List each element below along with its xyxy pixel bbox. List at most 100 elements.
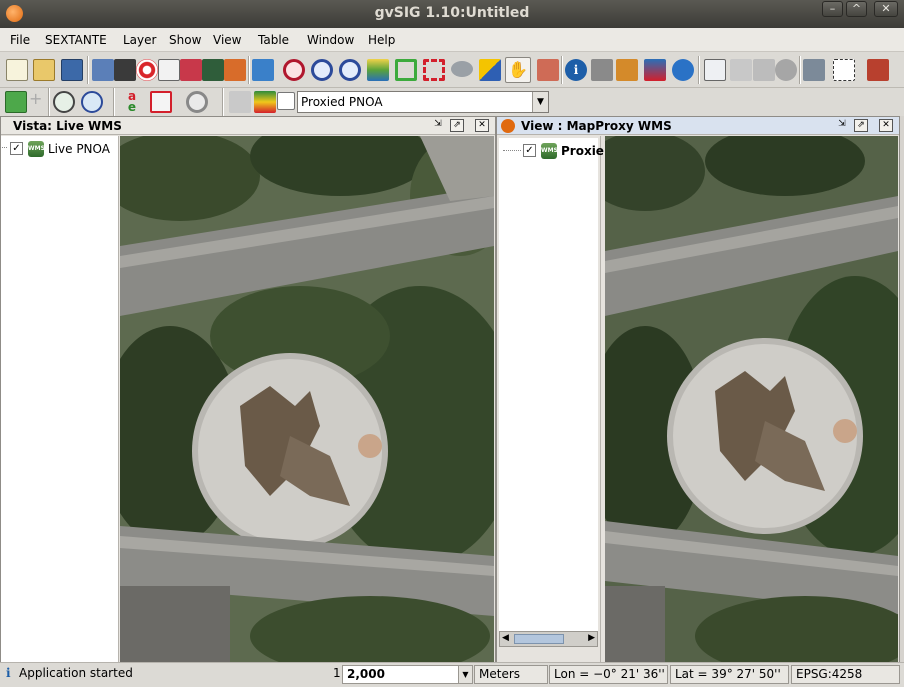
info-icon[interactable]: i xyxy=(565,59,587,81)
close-frame-icon[interactable]: ✕ xyxy=(475,119,489,132)
toolbar-separator xyxy=(48,88,50,116)
iconify-icon[interactable]: ⇲ xyxy=(431,119,445,132)
aerial-imagery xyxy=(605,136,898,663)
layer-visibility-checkbox[interactable]: ✓ xyxy=(523,144,536,157)
zoom-layer-icon[interactable] xyxy=(186,91,208,113)
layer-toc: ✓ WMS Live PNOA xyxy=(0,136,119,663)
measure-distance-icon[interactable] xyxy=(591,59,613,81)
add-layer-icon[interactable] xyxy=(252,59,274,81)
map-canvas[interactable] xyxy=(605,136,898,663)
view-properties-icon[interactable] xyxy=(704,59,726,81)
select-pointer-icon[interactable] xyxy=(730,59,752,81)
locator-icon[interactable] xyxy=(451,61,473,77)
zoom-extent-icon[interactable] xyxy=(423,59,445,81)
active-layer-combo[interactable]: Proxied PNOA ▼ xyxy=(297,91,549,113)
view-window-mapproxy-wms: View : MapProxy WMS ⇲ ⇗ ✕ ✓ WMS Proxie ◀… xyxy=(496,116,900,663)
layer-visibility-checkbox[interactable]: ✓ xyxy=(10,142,23,155)
toolbar-separator xyxy=(113,88,115,116)
select-by-shape-icon[interactable] xyxy=(479,59,501,81)
layers-icon[interactable] xyxy=(367,59,389,81)
sextante-command-icon[interactable] xyxy=(202,59,224,81)
sextante-target-icon[interactable] xyxy=(136,59,158,81)
menu-sextante[interactable]: SEXTANTE xyxy=(45,33,107,47)
close-button[interactable]: ✕ xyxy=(874,1,898,17)
pan-icon[interactable]: ✋ xyxy=(505,57,531,83)
layer-toc-list: ✓ WMS Proxie xyxy=(499,138,604,636)
preferences-icon[interactable] xyxy=(803,59,825,81)
zoom-select-icon[interactable] xyxy=(283,59,305,81)
main-toolbar: ✋ i xyxy=(0,52,904,88)
sextante-results-icon[interactable] xyxy=(180,59,202,81)
find-icon[interactable] xyxy=(53,91,75,113)
full-extent-icon[interactable] xyxy=(395,59,417,81)
maximize-button[interactable]: ^ xyxy=(846,1,867,17)
save-project-icon[interactable] xyxy=(61,59,83,81)
layer-name[interactable]: Proxie xyxy=(561,144,604,158)
print-layout-icon[interactable] xyxy=(833,59,855,81)
aerial-imagery xyxy=(120,136,494,663)
search-attribute-icon[interactable] xyxy=(81,91,103,113)
measure-area-icon[interactable] xyxy=(616,59,638,81)
sextante-history-icon[interactable] xyxy=(158,59,180,81)
view-window-title: Vista: Live WMS xyxy=(13,119,122,133)
new-project-icon[interactable] xyxy=(6,59,28,81)
scrollbar-thumb[interactable] xyxy=(514,634,564,644)
menu-view[interactable]: View xyxy=(213,33,241,47)
minimize-button[interactable]: – xyxy=(822,1,843,17)
select-circle-icon[interactable] xyxy=(775,59,797,81)
iconify-icon[interactable]: ⇲ xyxy=(835,119,849,132)
wms-layer-icon: WMS xyxy=(28,141,45,157)
menu-show[interactable]: Show xyxy=(169,33,201,47)
wms-layer-icon: WMS xyxy=(541,143,558,159)
toolbar-separator xyxy=(222,88,224,116)
active-layer-combo-value: Proxied PNOA xyxy=(301,95,383,109)
export-icon[interactable] xyxy=(229,91,251,113)
clip-icon[interactable] xyxy=(150,91,172,113)
toolbar-separator xyxy=(698,56,700,84)
graphic-properties-icon[interactable] xyxy=(644,59,666,81)
view-window-title: View : MapProxy WMS xyxy=(521,119,672,133)
title-bar: gvSIG 1.10:Untitled – ^ ✕ xyxy=(0,0,904,28)
sextante-modeler-icon[interactable] xyxy=(114,59,136,81)
map-canvas[interactable] xyxy=(120,136,494,663)
toolbar-separator xyxy=(248,56,250,84)
sextante-toolbox-icon[interactable] xyxy=(92,59,114,81)
zoom-out-icon[interactable] xyxy=(339,59,361,81)
latitude-readout: Lat = 39° 27' 50'' xyxy=(670,665,789,684)
toolbar-separator xyxy=(87,56,89,84)
new-view-icon[interactable] xyxy=(5,91,27,113)
open-project-icon[interactable] xyxy=(33,59,55,81)
menu-file[interactable]: File xyxy=(10,33,30,47)
zoom-in-icon[interactable] xyxy=(311,59,333,81)
horizontal-scrollbar[interactable]: ◀ ▶ xyxy=(499,631,598,647)
scale-combo[interactable]: 2,000 ▼ xyxy=(342,665,473,684)
maximize-frame-icon[interactable]: ⇗ xyxy=(450,119,464,132)
scroll-left-icon[interactable]: ◀ xyxy=(502,633,509,643)
menu-window[interactable]: Window xyxy=(307,33,354,47)
layer-name[interactable]: Live PNOA xyxy=(48,142,110,156)
label-icon[interactable]: ae xyxy=(121,90,143,113)
hand-tool-icon[interactable] xyxy=(537,59,559,81)
sextante-tools-icon[interactable] xyxy=(224,59,246,81)
maximize-frame-icon[interactable]: ⇗ xyxy=(854,119,868,132)
menu-help[interactable]: Help xyxy=(368,33,395,47)
menu-table[interactable]: Table xyxy=(258,33,289,47)
layer-stack-icon[interactable] xyxy=(254,91,276,113)
close-frame-icon[interactable]: ✕ xyxy=(879,119,893,132)
scale-value: 2,000 xyxy=(347,667,385,681)
gvsig-view-icon xyxy=(501,119,515,133)
chevron-down-icon[interactable]: ▼ xyxy=(458,666,472,683)
chevron-down-icon[interactable]: ▼ xyxy=(532,92,548,112)
view-window-header[interactable]: View : MapProxy WMS ⇲ ⇗ ✕ xyxy=(497,117,899,135)
longitude-readout: Lon = −0° 21' 36'' xyxy=(549,665,668,684)
tools-icon[interactable] xyxy=(867,59,889,81)
hyperlink-icon[interactable] xyxy=(672,59,694,81)
select-rectangle-icon[interactable] xyxy=(753,59,775,81)
view-window-live-wms: Vista: Live WMS ⇲ ⇗ ✕ ✓ WMS Live PNOA xyxy=(0,116,496,663)
window-title: gvSIG 1.10:Untitled xyxy=(374,5,530,21)
view-window-header[interactable]: Vista: Live WMS ⇲ ⇗ ✕ xyxy=(1,117,495,135)
menu-layer[interactable]: Layer xyxy=(123,33,156,47)
menu-bar: File SEXTANTE Layer Show View Table Wind… xyxy=(0,28,904,52)
scroll-right-icon[interactable]: ▶ xyxy=(588,633,595,643)
list-icon[interactable] xyxy=(277,92,295,110)
